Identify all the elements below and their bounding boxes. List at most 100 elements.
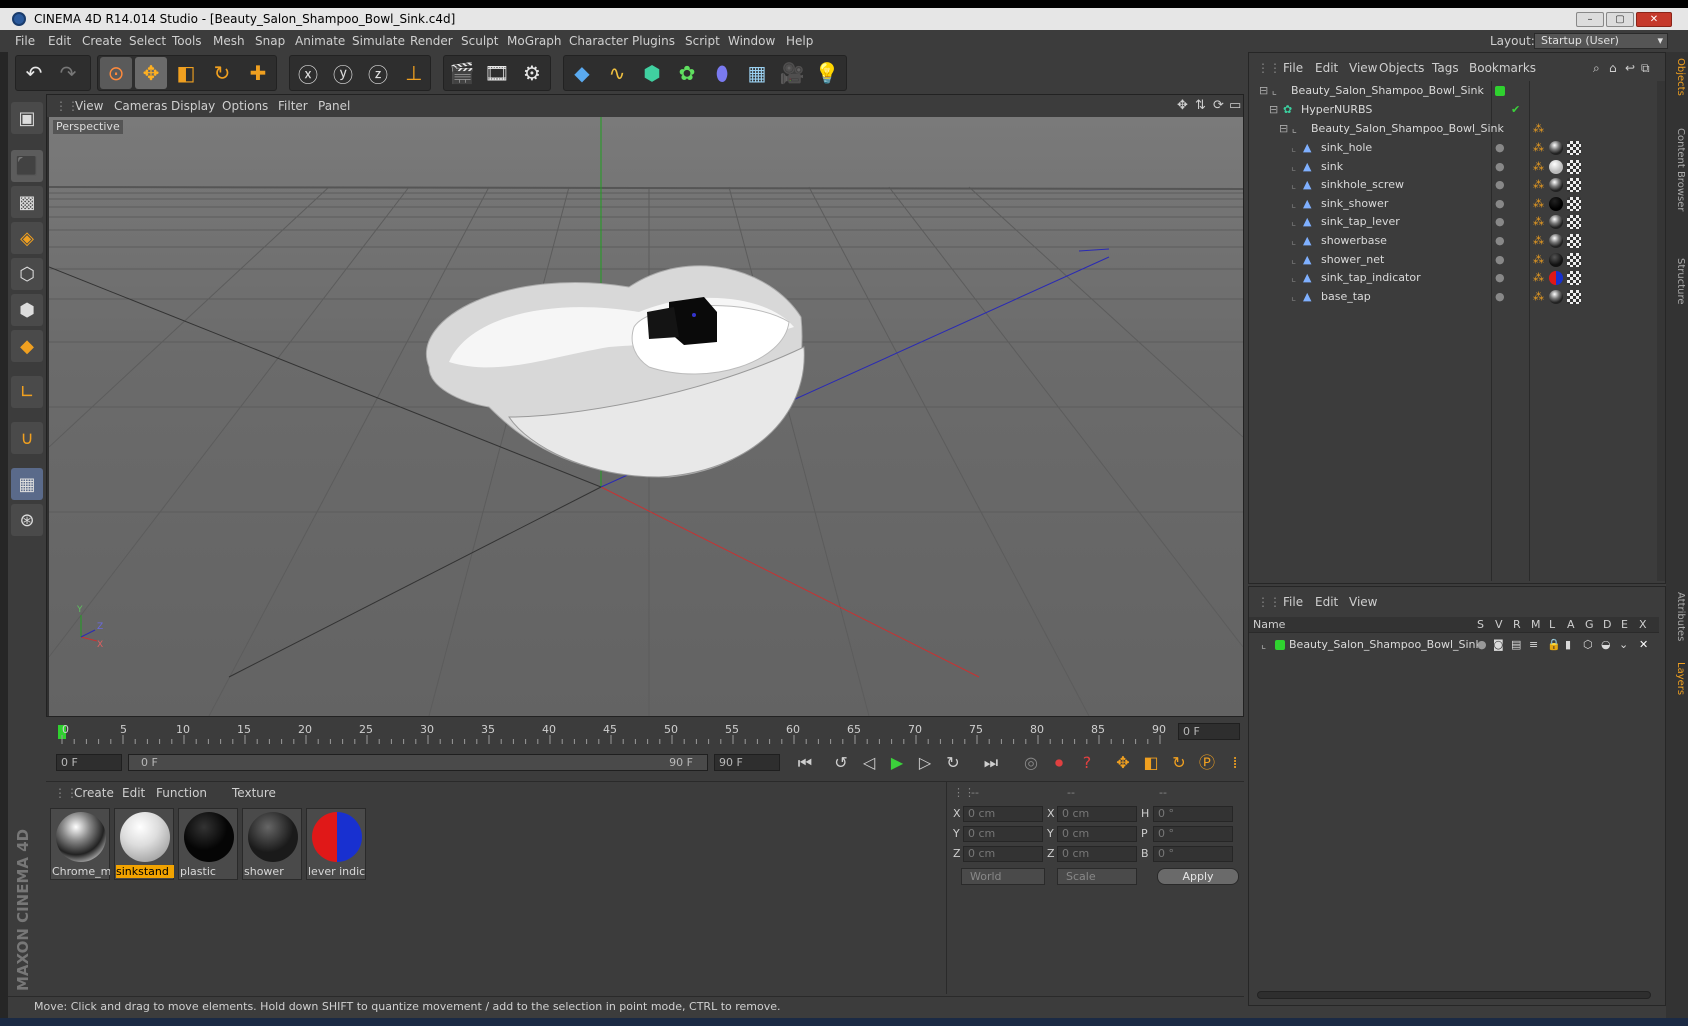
visibility-dot-icon[interactable]: ● <box>1495 212 1505 232</box>
rotate-tool-icon[interactable]: ↻ <box>206 57 238 89</box>
menu-mesh[interactable]: Mesh <box>213 30 245 52</box>
workplane-mode-icon[interactable]: ◈ <box>11 222 43 254</box>
menu-animate[interactable]: Animate <box>295 30 345 52</box>
menu-select[interactable]: Select <box>129 30 166 52</box>
make-editable-icon[interactable]: ▣ <box>11 102 43 134</box>
layer-visible-icon[interactable]: ◙ <box>1493 635 1504 655</box>
viewport-menu-view[interactable]: View <box>75 95 103 117</box>
size-mode-dropdown[interactable]: Scale <box>1057 868 1137 885</box>
material-lever-indicator[interactable]: lever indica <box>306 808 366 880</box>
phong-tag-icon[interactable]: ⁂ <box>1533 250 1544 270</box>
column-deformers[interactable]: D <box>1603 618 1611 631</box>
material-tag-icon[interactable] <box>1549 178 1563 193</box>
phong-tag-icon[interactable]: ⁂ <box>1533 268 1544 288</box>
tree-row[interactable]: ⊟ ⌞ Beauty_Salon_Shampoo_Bowl_Sink <box>1249 81 1667 101</box>
size-z-field[interactable]: 0 cm <box>1057 846 1137 862</box>
nurbs-icon[interactable]: ⬢ <box>636 57 668 89</box>
tree-row[interactable]: ⌞ ▲ base_tap ● ⁂ <box>1249 287 1667 307</box>
menu-edit[interactable]: Edit <box>48 30 71 52</box>
material-menu-create[interactable]: Create <box>74 782 114 804</box>
coordinate-mode-dropdown[interactable]: World <box>961 868 1045 885</box>
pos-z-field[interactable]: 0 cm <box>963 846 1043 862</box>
redo-icon[interactable]: ↷ <box>52 57 84 89</box>
quantize-icon[interactable]: ⊛ <box>11 504 43 536</box>
tab-objects[interactable]: Objects <box>1668 58 1686 96</box>
recent-tool-icon[interactable]: ✚ <box>242 57 274 89</box>
layer-lock-icon[interactable]: 🔒 <box>1547 635 1561 655</box>
viewport-menu-panel[interactable]: Panel <box>318 95 350 117</box>
layer-render-icon[interactable]: ▤ <box>1511 635 1521 655</box>
object-menu-tags[interactable]: Tags <box>1432 57 1459 79</box>
end-frame-field[interactable]: 90 F <box>714 754 780 771</box>
rot-b-field[interactable]: 0 ° <box>1153 846 1233 862</box>
menu-tools[interactable]: Tools <box>172 30 202 52</box>
layer-color-icon[interactable] <box>1275 640 1285 650</box>
visibility-dot-icon[interactable]: ● <box>1495 250 1505 270</box>
layer-deformer-icon[interactable]: ◒ <box>1601 635 1611 655</box>
size-y-field[interactable]: 0 cm <box>1057 826 1137 842</box>
material-chrome[interactable]: Chrome_m <box>50 808 110 880</box>
layer-solo-icon[interactable]: ● <box>1477 635 1487 655</box>
visibility-dot-icon[interactable]: ● <box>1495 194 1505 214</box>
material-tag-icon[interactable] <box>1549 289 1563 304</box>
minimize-button[interactable]: – <box>1576 12 1604 27</box>
axis-mode-icon[interactable]: ∟ <box>11 376 43 408</box>
layer-expression-icon[interactable]: ⌄ <box>1619 635 1628 655</box>
phong-tag-icon[interactable]: ⁂ <box>1533 119 1544 139</box>
current-frame-field[interactable]: 0 F <box>1178 723 1240 740</box>
uvw-tag-icon[interactable] <box>1567 289 1581 304</box>
menu-script[interactable]: Script <box>685 30 720 52</box>
snap-icon[interactable]: ∪ <box>11 422 43 454</box>
move-tool-icon[interactable]: ✥ <box>135 57 167 89</box>
workplane-lock-icon[interactable]: ▦ <box>11 468 43 500</box>
visibility-dot-icon[interactable]: ● <box>1495 157 1505 177</box>
edges-mode-icon[interactable]: ⬢ <box>11 294 43 326</box>
key-scale-icon[interactable]: ◧ <box>1138 751 1164 775</box>
material-sinkstand[interactable]: sinkstand <box>114 808 174 880</box>
enabled-check-icon[interactable]: ✔ <box>1511 100 1520 120</box>
visibility-dot-icon[interactable]: ● <box>1495 138 1505 158</box>
layer-menu-file[interactable]: File <box>1283 591 1303 613</box>
viewport-menu-cameras[interactable]: Cameras <box>114 95 167 117</box>
uvw-tag-icon[interactable] <box>1567 196 1581 211</box>
rot-h-field[interactable]: 0 ° <box>1153 806 1233 822</box>
tree-row[interactable]: ⌞ ▲ sink_shower ● ⁂ <box>1249 194 1667 214</box>
pos-y-field[interactable]: 0 cm <box>963 826 1043 842</box>
menu-mograph[interactable]: MoGraph <box>507 30 562 52</box>
uvw-tag-icon[interactable] <box>1567 215 1581 230</box>
go-to-start-icon[interactable]: ⏮ <box>792 751 818 775</box>
undo-icon[interactable]: ↶ <box>18 57 50 89</box>
key-rotation-icon[interactable]: ↻ <box>1166 751 1192 775</box>
spline-icon[interactable]: ∿ <box>601 57 633 89</box>
3d-viewport[interactable]: Y Z X Perspective <box>49 117 1243 716</box>
menu-window[interactable]: Window <box>728 30 775 52</box>
maximize-button[interactable]: ▢ <box>1606 12 1634 27</box>
timeline-ruler[interactable]: 0 5 10 15 20 25 30 35 40 45 50 55 60 65 … <box>46 717 1244 747</box>
go-to-end-icon[interactable]: ⏭ <box>978 751 1004 775</box>
object-menu-view[interactable]: View <box>1349 57 1377 79</box>
column-xref[interactable]: X <box>1639 618 1647 631</box>
phong-tag-icon[interactable]: ⁂ <box>1533 138 1544 158</box>
layer-row[interactable]: ⌞ Beauty_Salon_Shampoo_Bowl_Sink ● ◙ ▤ ≡… <box>1249 635 1659 655</box>
menu-plugins[interactable]: Plugins <box>632 30 675 52</box>
rot-p-field[interactable]: 0 ° <box>1153 826 1233 842</box>
record-active-icon[interactable]: ◎ <box>1018 751 1044 775</box>
layer-manager-icon[interactable]: ≡ <box>1529 635 1538 655</box>
z-axis-lock-icon[interactable]: ⓩ <box>362 57 394 89</box>
uvw-tag-icon[interactable] <box>1567 159 1581 174</box>
render-picture-viewer-icon[interactable]: 🎞 <box>481 57 513 89</box>
viewport-zoom-icon[interactable]: ⇅ <box>1195 95 1206 117</box>
material-menu-texture[interactable]: Texture <box>232 782 276 804</box>
menu-character[interactable]: Character <box>569 30 628 52</box>
menu-render[interactable]: Render <box>410 30 453 52</box>
deformer-icon[interactable]: ⬮ <box>706 57 738 89</box>
keyframe-selection-icon[interactable]: ? <box>1074 751 1100 775</box>
tree-row[interactable]: ⌞ ▲ sink ● ⁂ <box>1249 157 1667 177</box>
material-menu-edit[interactable]: Edit <box>122 782 145 804</box>
floor-icon[interactable]: ▦ <box>741 57 773 89</box>
menu-file[interactable]: File <box>15 30 35 52</box>
cube-icon[interactable]: ◆ <box>566 57 598 89</box>
menu-create[interactable]: Create <box>82 30 122 52</box>
next-frame-icon[interactable]: ▷ <box>912 751 938 775</box>
menu-help[interactable]: Help <box>786 30 813 52</box>
